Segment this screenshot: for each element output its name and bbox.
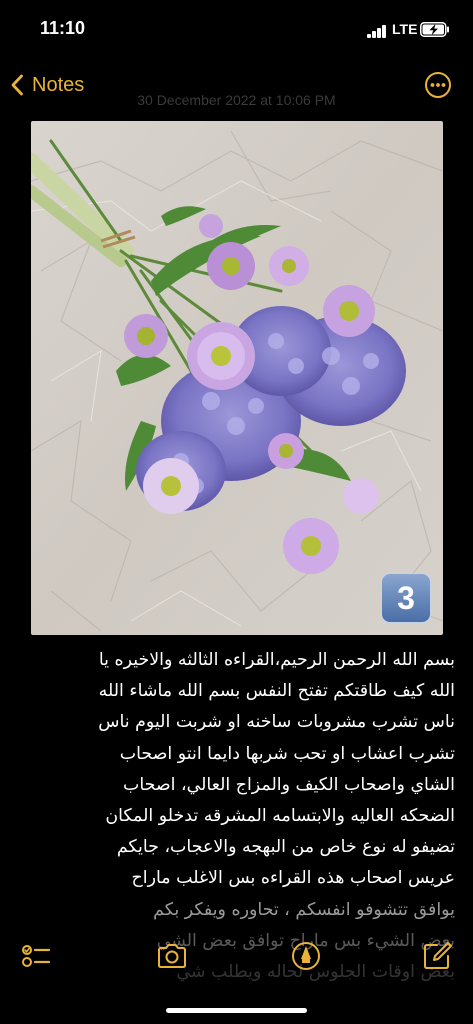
markup-button[interactable] [290,940,322,972]
flower-bouquet-photo[interactable]: 3 [31,121,443,635]
home-indicator[interactable] [166,1008,307,1013]
more-options-button[interactable] [424,71,452,99]
markup-pen-icon [292,942,320,970]
note-line: الضحكه العاليه والابتسامه المشرقه تدخلو … [105,806,455,827]
note-line: تشرب اعشاب او تحب شربها دايما انتو اصحاب [119,743,455,764]
camera-button[interactable] [156,940,188,972]
note-line: يوافق تتشوفو انفسكم ، تحاوره ويفكر بكم [153,899,455,920]
note-date: 30 December 2022 at 10:06 PM [137,92,336,108]
bottom-toolbar [0,930,473,986]
status-time: 11:10 [40,18,86,38]
note-line: تضيفو له نوع خاص من البهجه والاعجاب، جاي… [116,837,455,858]
camera-icon [158,944,186,968]
checklist-button[interactable] [20,940,52,972]
compose-icon [424,942,452,969]
note-line: عريس اصحاب هذه القراءه بس الاغلب ماراح [131,868,455,889]
status-bar: 11:10 LTE [0,0,473,58]
checklist-icon [22,945,51,967]
battery-charging-icon [420,22,450,37]
ellipsis-circle-icon [425,72,451,98]
note-line: الله كيف طاقتكم تفتح النفس بسم الله ماشا… [98,681,455,702]
note-line: ناس تشرب مشروبات ساخنه او شربت اليوم ناس [98,712,455,733]
compose-button[interactable] [421,940,453,972]
note-line: الشاي واصحاب الكيف والمزاج العالي، اصحاب [122,774,455,795]
network-type: LTE [392,21,418,37]
note-line: بسم الله الرحمن الرحيم،القراءه الثالثه و… [98,650,455,670]
navigation-bar: Notes 30 December 2022 at 10:06 PM [0,58,473,112]
number-badge: 3 [381,573,431,623]
cellular-signal-icon [367,25,389,38]
